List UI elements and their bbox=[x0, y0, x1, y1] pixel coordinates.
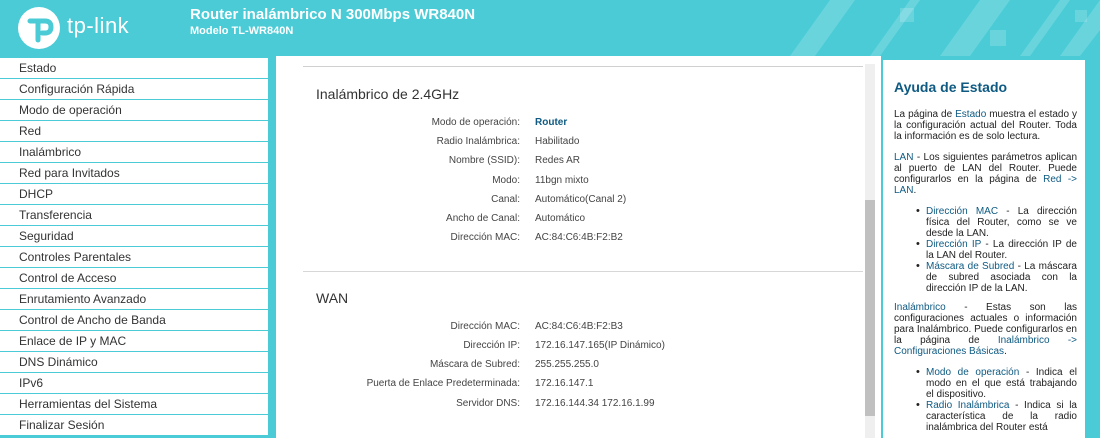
row-label: Canal: bbox=[491, 194, 520, 205]
sidebar-item-inalambrico[interactable]: Inalámbrico bbox=[0, 142, 268, 162]
row-label: Servidor DNS: bbox=[456, 398, 520, 409]
content-scrollbar-thumb[interactable] bbox=[865, 200, 875, 416]
sidebar-item-herramientas-del-sistema[interactable]: Herramientas del Sistema bbox=[0, 394, 268, 414]
list-item-term: Radio Inalámbrica bbox=[926, 400, 1010, 411]
wireless-row-modo: Modo: 11bgn mixto bbox=[276, 175, 856, 193]
row-label: Puerta de Enlace Predeterminada: bbox=[366, 378, 520, 389]
wan-section-title: WAN bbox=[316, 290, 349, 306]
row-label: Radio Inalámbrica: bbox=[436, 136, 520, 147]
row-label: Nombre (SSID): bbox=[448, 155, 520, 166]
list-item-term: Dirección MAC bbox=[926, 206, 999, 217]
sidebar-item-enlace-de-ip-y-mac[interactable]: Enlace de IP y MAC bbox=[0, 331, 268, 351]
help-intro-text: La página de bbox=[894, 109, 956, 120]
sidebar-item-dhcp[interactable]: DHCP bbox=[0, 184, 268, 204]
wireless-row-mac: Dirección MAC: AC:84:C6:4B:F2:B2 bbox=[276, 232, 856, 250]
wireless-row-channel: Canal: Automático(Canal 2) bbox=[276, 194, 856, 212]
row-value: 172.16.144.34 172.16.1.99 bbox=[535, 398, 655, 409]
wan-row-ip: Dirección IP: 172.16.147.165(IP Dinámico… bbox=[276, 340, 856, 358]
logo-text: tp-link bbox=[67, 13, 130, 38]
row-value: 172.16.147.1 bbox=[535, 378, 594, 389]
row-label: Modo de operación: bbox=[431, 117, 520, 128]
row-label: Máscara de Subred: bbox=[429, 359, 520, 370]
help-wireless-highlight: Inalámbrico bbox=[894, 302, 946, 313]
sidebar-item-controles-parentales[interactable]: Controles Parentales bbox=[0, 247, 268, 267]
help-wireless-end: . bbox=[1004, 346, 1007, 357]
sidebar-item-transferencia[interactable]: Transferencia bbox=[0, 205, 268, 225]
wireless-row-radio: Radio Inalámbrica: Habilitado bbox=[276, 136, 856, 154]
list-item-term: Modo de operación bbox=[926, 367, 1020, 378]
row-value: 255.255.255.0 bbox=[535, 359, 599, 370]
sidebar-item-dns-dinamico[interactable]: DNS Dinámico bbox=[0, 352, 268, 372]
wan-row-subnet: Máscara de Subred: 255.255.255.0 bbox=[276, 359, 856, 377]
sidebar-item-control-de-ancho-de-banda[interactable]: Control de Ancho de Banda bbox=[0, 310, 268, 330]
wireless-section-title: Inalámbrico de 2.4GHz bbox=[316, 86, 460, 102]
wireless-row-mode: Modo de operación: Router bbox=[276, 117, 856, 135]
sidebar-item-finalizar-sesion[interactable]: Finalizar Sesión bbox=[0, 415, 268, 435]
list-item: Radio Inalámbrica - Indica si la caracte… bbox=[916, 400, 1077, 433]
list-item: Dirección IP - La dirección IP de la LAN… bbox=[916, 239, 1077, 261]
wan-row-mac: Dirección MAC: AC:84:C6:4B:F2:B3 bbox=[276, 321, 856, 339]
sidebar-item-control-de-acceso[interactable]: Control de Acceso bbox=[0, 268, 268, 288]
sidebar-item-ipv6[interactable]: IPv6 bbox=[0, 373, 268, 393]
sidebar-item-seguridad[interactable]: Seguridad bbox=[0, 226, 268, 246]
product-title: Router inalámbrico N 300Mbps WR840N bbox=[190, 6, 476, 23]
list-item: Dirección MAC - La dirección física del … bbox=[916, 206, 1077, 239]
help-lan-paragraph: LAN - Los siguientes parámetros aplican … bbox=[894, 152, 1077, 196]
list-item-term: Máscara de Subred bbox=[926, 261, 1015, 272]
row-value: Automático bbox=[535, 213, 586, 224]
list-item: Máscara de Subred - La máscara de subred… bbox=[916, 261, 1077, 294]
help-title: Ayuda de Estado bbox=[894, 79, 1008, 95]
help-lan-highlight: LAN bbox=[894, 152, 914, 163]
row-value: AC:84:C6:4B:F2:B3 bbox=[535, 321, 623, 332]
help-lan-list: Dirección MAC - La dirección física del … bbox=[894, 206, 1077, 294]
help-lan-end: . bbox=[913, 185, 917, 196]
row-label: Dirección MAC: bbox=[450, 232, 520, 243]
wan-row-gateway: Puerta de Enlace Predeterminada: 172.16.… bbox=[276, 378, 856, 396]
row-value: 172.16.147.165(IP Dinámico) bbox=[535, 340, 665, 351]
sidebar-item-configuracion-rapida[interactable]: Configuración Rápida bbox=[0, 79, 268, 99]
tp-link-logo-icon bbox=[18, 7, 60, 49]
list-item-term: Dirección IP bbox=[926, 239, 982, 250]
status-content: Inalámbrico de 2.4GHz Modo de operación:… bbox=[276, 56, 881, 438]
model-subtitle: Modelo TL-WR840N bbox=[190, 25, 294, 37]
row-value: Automático(Canal 2) bbox=[535, 194, 627, 205]
section-divider bbox=[303, 271, 863, 272]
row-value: Redes AR bbox=[535, 155, 581, 166]
sidebar-item-modo-de-operacion[interactable]: Modo de operación bbox=[0, 100, 268, 120]
sidebar-item-estado[interactable]: Estado bbox=[0, 58, 268, 78]
row-label: Dirección MAC: bbox=[450, 321, 520, 332]
header-pattern-decoration bbox=[790, 0, 1100, 56]
header-bar: tp-link Router inalámbrico N 300Mbps WR8… bbox=[0, 0, 1100, 56]
help-wireless-list: Modo de operación - Indica el modo en el… bbox=[894, 367, 1077, 433]
sidebar-item-red[interactable]: Red bbox=[0, 121, 268, 141]
row-label: Modo: bbox=[492, 175, 520, 186]
list-item: Modo de operación - Indica el modo en el… bbox=[916, 367, 1077, 400]
wireless-row-ssid: Nombre (SSID): Redes AR bbox=[276, 155, 856, 173]
tp-link-logo: tp-link bbox=[18, 7, 148, 49]
row-value: Habilitado bbox=[535, 136, 580, 147]
wan-row-dns: Servidor DNS: 172.16.144.34 172.16.1.99 bbox=[276, 398, 856, 416]
row-value: Router bbox=[535, 117, 568, 128]
row-label: Ancho de Canal: bbox=[446, 213, 520, 224]
row-value: 11bgn mixto bbox=[535, 175, 589, 186]
sidebar-item-red-para-invitados[interactable]: Red para Invitados bbox=[0, 163, 268, 183]
help-panel: Ayuda de Estado La página de Estado mues… bbox=[883, 60, 1085, 438]
help-wireless-paragraph: Inalámbrico - Estas son las configuracio… bbox=[894, 302, 1077, 357]
sidebar-item-enrutamiento-avanzado[interactable]: Enrutamiento Avanzado bbox=[0, 289, 268, 309]
top-divider bbox=[303, 66, 863, 67]
help-intro-highlight: Estado bbox=[955, 109, 987, 120]
row-label: Dirección IP: bbox=[463, 340, 520, 351]
wireless-row-channel-width: Ancho de Canal: Automático bbox=[276, 213, 856, 231]
help-intro: La página de Estado muestra el estado y … bbox=[894, 109, 1077, 142]
sidebar: Estado Configuración Rápida Modo de oper… bbox=[0, 56, 276, 438]
row-value: AC:84:C6:4B:F2:B2 bbox=[535, 232, 623, 243]
sidebar-menu: Estado Configuración Rápida Modo de oper… bbox=[0, 58, 268, 436]
